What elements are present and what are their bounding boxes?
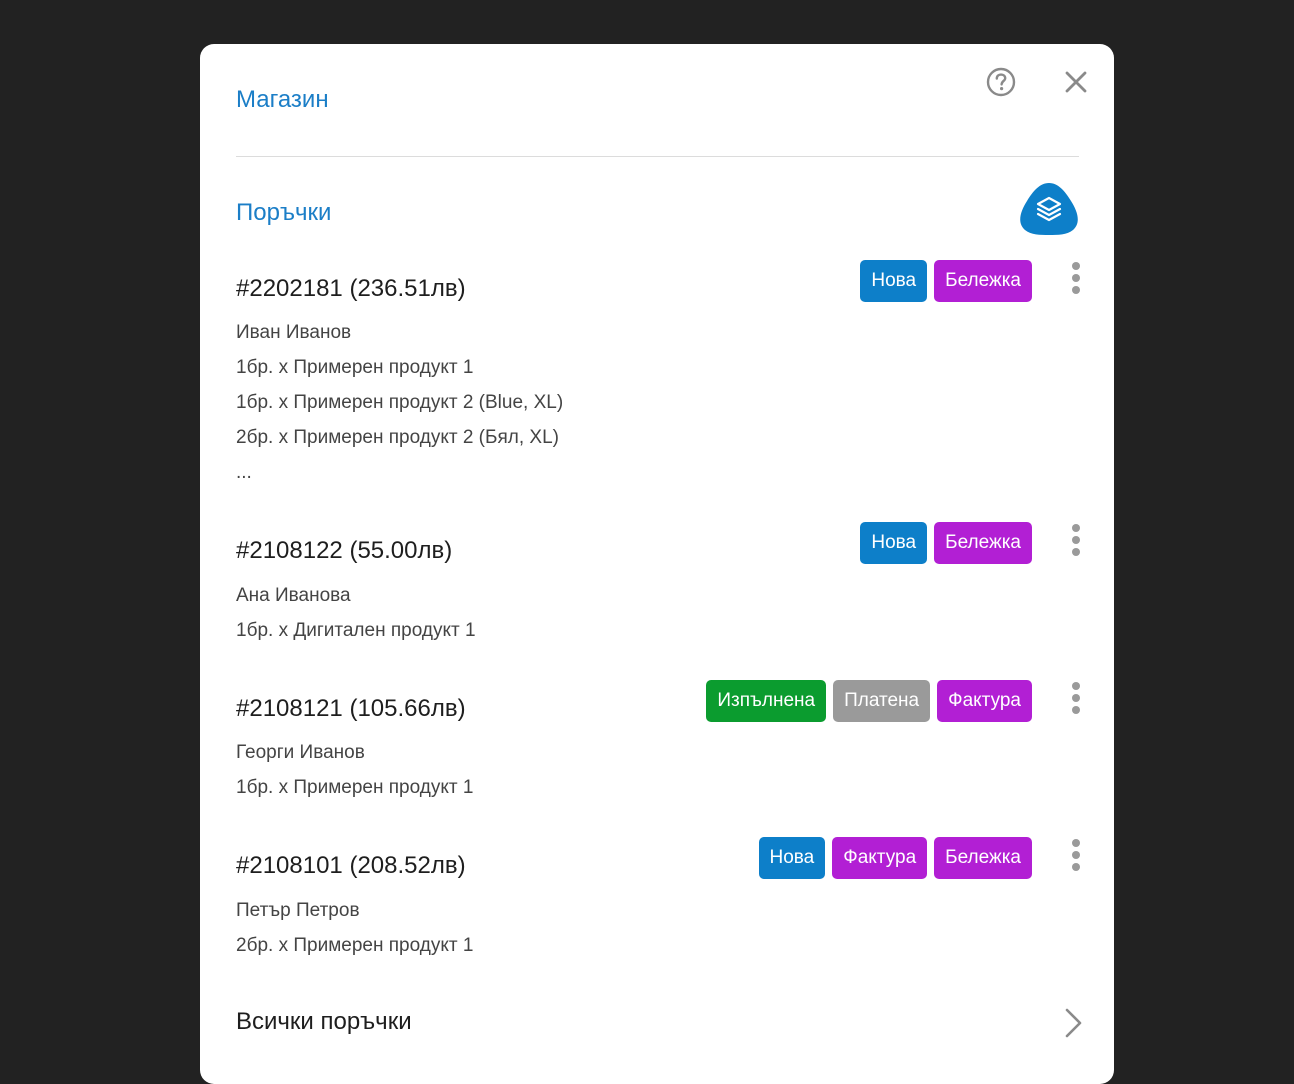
more-options-icon[interactable] xyxy=(1068,260,1084,302)
order-line-item: 1бр. x Примерен продукт 1 xyxy=(236,357,474,378)
section-title: Поръчки xyxy=(236,199,332,226)
status-badge[interactable]: Нова xyxy=(860,260,928,302)
status-badge[interactable]: Фактура xyxy=(937,680,1032,722)
status-badge[interactable]: Бележка xyxy=(934,260,1032,302)
order-badges: Нова Фактура Бележка xyxy=(758,837,1032,879)
order-badges: Нова Бележка xyxy=(860,522,1032,564)
header-divider xyxy=(236,156,1079,157)
order-customer: Георги Иванов xyxy=(236,742,365,763)
order-customer: Ана Иванова xyxy=(236,585,351,606)
more-options-icon[interactable] xyxy=(1068,680,1084,722)
order-line-item: 2бр. x Примерен продукт 1 xyxy=(236,935,474,956)
chevron-right-icon[interactable] xyxy=(1062,1006,1086,1040)
order-title[interactable]: #2108101 (208.52лв) xyxy=(236,851,466,881)
order-title[interactable]: #2202181 (236.51лв) xyxy=(236,274,466,304)
order-title[interactable]: #2108122 (55.00лв) xyxy=(236,536,452,566)
help-icon[interactable] xyxy=(985,66,1017,98)
all-orders-link[interactable]: Всички поръчки xyxy=(236,1004,1086,1044)
status-badge[interactable]: Платена xyxy=(833,680,931,722)
order-line-item: 1бр. x Дигитален продукт 1 xyxy=(236,620,476,641)
order-title[interactable]: #2108121 (105.66лв) xyxy=(236,694,466,724)
status-badge[interactable]: Изпълнена xyxy=(706,680,827,722)
order-line-item: 1бр. x Примерен продукт 2 (Blue, XL) xyxy=(236,392,564,413)
order-badges: Изпълнена Платена Фактура xyxy=(706,680,1032,722)
status-badge[interactable]: Нова xyxy=(758,837,826,879)
order-badges: Нова Бележка xyxy=(860,260,1032,302)
more-options-icon[interactable] xyxy=(1068,522,1084,564)
order-more-items: ... xyxy=(236,462,252,483)
order-customer: Иван Иванов xyxy=(236,322,352,343)
close-icon[interactable] xyxy=(1062,68,1090,96)
status-badge[interactable]: Фактура xyxy=(832,837,928,879)
order-line-item: 1бр. x Примерен продукт 1 xyxy=(236,777,474,798)
order-customer: Петър Петров xyxy=(236,900,360,921)
status-badge[interactable]: Бележка xyxy=(934,522,1032,564)
all-orders-label[interactable]: Всички поръчки xyxy=(236,1008,412,1036)
layers-icon[interactable] xyxy=(1018,181,1080,237)
shop-panel: Магазин Поръчки #2202181 (236.51лв) Иван… xyxy=(200,44,1114,1084)
panel-title: Магазин xyxy=(236,86,329,113)
status-badge[interactable]: Нова xyxy=(860,522,928,564)
more-options-icon[interactable] xyxy=(1068,837,1084,879)
order-line-item: 2бр. x Примерен продукт 2 (Бял, XL) xyxy=(236,427,559,448)
status-badge[interactable]: Бележка xyxy=(934,837,1032,879)
